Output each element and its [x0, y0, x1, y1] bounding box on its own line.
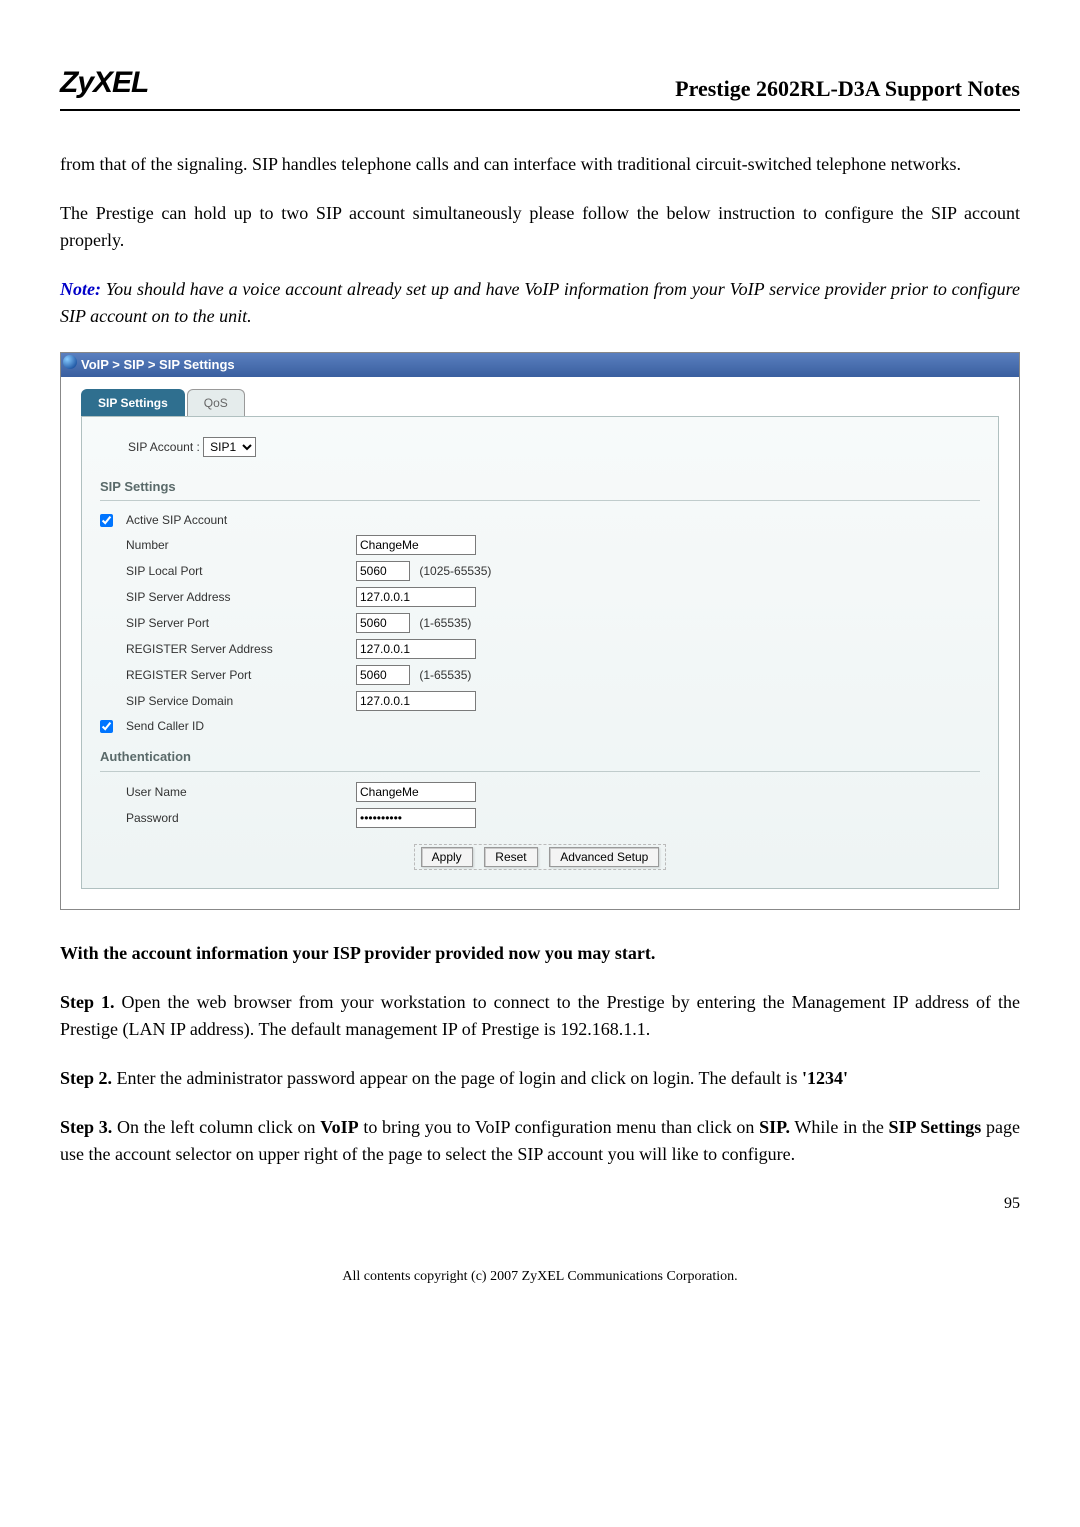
sip-account-label: SIP Account : — [128, 440, 200, 454]
sip-settings-header: SIP Settings — [100, 471, 980, 502]
local-port-input[interactable] — [356, 561, 410, 581]
sip-account-row: SIP Account : SIP1 — [100, 431, 980, 471]
reg-port-hint: (1-65535) — [419, 668, 471, 682]
step-3-text-c: While in the — [790, 1117, 889, 1137]
domain-input[interactable] — [356, 691, 476, 711]
server-addr-label: SIP Server Address — [126, 588, 356, 606]
step-1-text: Open the web browser from your workstati… — [60, 992, 1020, 1039]
step-3: Step 3. On the left column click on VoIP… — [60, 1114, 1020, 1168]
reset-button[interactable]: Reset — [484, 847, 537, 867]
copyright: All contents copyright (c) 2007 ZyXEL Co… — [60, 1266, 1020, 1287]
step-2-label: Step 2. — [60, 1068, 112, 1088]
reg-addr-label: REGISTER Server Address — [126, 640, 356, 658]
intro-paragraph-1: from that of the signaling. SIP handles … — [60, 151, 1020, 178]
caller-id-label: Send Caller ID — [126, 717, 980, 735]
step-3-text-b: to bring you to VoIP configuration menu … — [359, 1117, 760, 1137]
sip-settings-screenshot: VoIP > SIP > SIP Settings SIP Settings Q… — [60, 352, 1020, 910]
caller-id-checkbox[interactable] — [100, 720, 113, 733]
advanced-setup-button[interactable]: Advanced Setup — [549, 847, 659, 867]
page-header: ZyXEL Prestige 2602RL-D3A Support Notes — [60, 60, 1020, 111]
note-label: Note: — [60, 279, 101, 299]
step-3-sipset: SIP Settings — [889, 1117, 982, 1137]
tab-sip-settings[interactable]: SIP Settings — [81, 389, 185, 416]
note-paragraph: Note: You should have a voice account al… — [60, 276, 1020, 330]
intro-paragraph-2: The Prestige can hold up to two SIP acco… — [60, 200, 1020, 254]
settings-panel: SIP Account : SIP1 SIP Settings Active S… — [81, 416, 999, 889]
local-port-label: SIP Local Port — [126, 562, 356, 580]
number-label: Number — [126, 536, 356, 554]
password-label: Password — [126, 809, 356, 827]
breadcrumb: VoIP > SIP > SIP Settings — [61, 353, 1019, 377]
apply-button[interactable]: Apply — [421, 847, 473, 867]
active-sip-label: Active SIP Account — [126, 511, 980, 529]
server-port-label: SIP Server Port — [126, 614, 356, 632]
user-name-label: User Name — [126, 783, 356, 801]
step-2-text: Enter the administrator password appear … — [112, 1068, 802, 1088]
step-3-voip: VoIP — [320, 1117, 358, 1137]
logo: ZyXEL — [60, 60, 148, 105]
password-input[interactable] — [356, 808, 476, 828]
auth-header: Authentication — [100, 741, 980, 772]
step-3-label: Step 3. — [60, 1117, 112, 1137]
reg-addr-input[interactable] — [356, 639, 476, 659]
auth-form: User Name Password — [100, 782, 980, 828]
step-2-value: '1234' — [802, 1068, 848, 1088]
page-number: 95 — [60, 1192, 1020, 1216]
local-port-hint: (1025-65535) — [419, 564, 491, 578]
reg-port-input[interactable] — [356, 665, 410, 685]
tab-bar: SIP Settings QoS — [81, 389, 999, 416]
step-2: Step 2. Enter the administrator password… — [60, 1065, 1020, 1092]
sip-form: Active SIP Account Number SIP Local Port… — [100, 511, 980, 735]
server-port-input[interactable] — [356, 613, 410, 633]
domain-label: SIP Service Domain — [126, 692, 356, 710]
lead-sentence: With the account information your ISP pr… — [60, 940, 1020, 967]
sip-account-select[interactable]: SIP1 — [203, 437, 256, 457]
button-row: Apply Reset Advanced Setup — [100, 844, 980, 870]
number-input[interactable] — [356, 535, 476, 555]
tab-qos[interactable]: QoS — [187, 389, 245, 416]
doc-title: Prestige 2602RL-D3A Support Notes — [675, 72, 1020, 105]
step-3-text-a: On the left column click on — [112, 1117, 320, 1137]
active-sip-checkbox[interactable] — [100, 514, 113, 527]
step-1: Step 1. Open the web browser from your w… — [60, 989, 1020, 1043]
step-3-sip: SIP. — [759, 1117, 790, 1137]
server-port-hint: (1-65535) — [419, 616, 471, 630]
user-name-input[interactable] — [356, 782, 476, 802]
reg-port-label: REGISTER Server Port — [126, 666, 356, 684]
server-addr-input[interactable] — [356, 587, 476, 607]
note-text: You should have a voice account already … — [60, 279, 1020, 326]
step-1-label: Step 1. — [60, 992, 115, 1012]
